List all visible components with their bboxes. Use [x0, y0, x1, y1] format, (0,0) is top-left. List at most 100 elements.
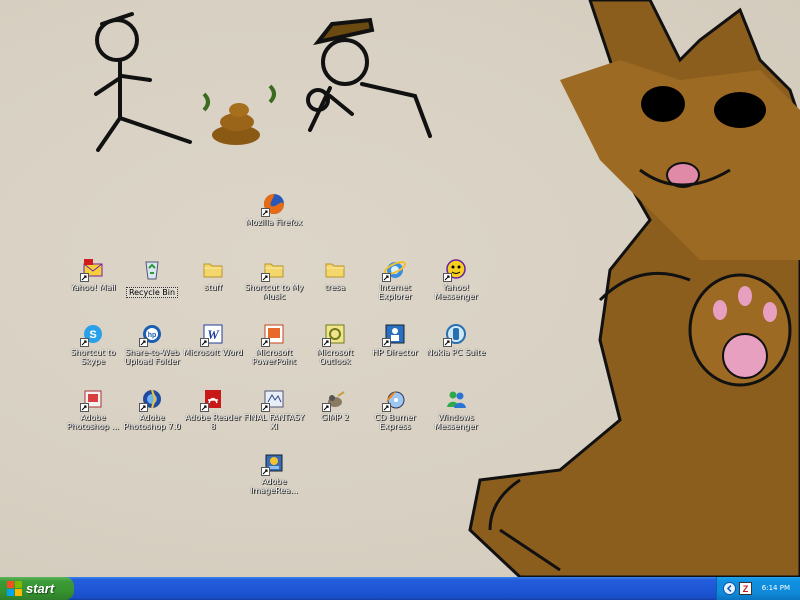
icon-label: Microsoft PowerPoint [251, 348, 297, 366]
internet-explorer-icon [382, 258, 406, 282]
shortcut-arrow-icon [261, 208, 270, 217]
shortcut-arrow-icon [80, 338, 89, 347]
icon-label: Shortcut to My Music [244, 283, 304, 301]
folder-icon [261, 258, 285, 282]
shortcut-arrow-icon [261, 273, 270, 282]
hp-director-icon [382, 323, 406, 347]
windows-messenger-icon [445, 388, 467, 410]
adobe-reader-icon [200, 388, 224, 412]
shortcut-arrow-icon [322, 338, 331, 347]
icon-label: Adobe Reader 8 [184, 413, 242, 431]
icon-label: Microsoft Outlook [316, 348, 354, 366]
hp-share-icon: hp [139, 323, 163, 347]
icon-label: Share-to-Web Upload Folder [124, 348, 180, 366]
svg-text:S: S [89, 329, 96, 341]
desktop-icon-stuff[interactable]: stuff [182, 258, 244, 320]
desktop-icon-yahoo-mail[interactable]: Yahoo! Mail [62, 258, 124, 320]
shortcut-arrow-icon [200, 338, 209, 347]
windows-logo-icon [7, 581, 22, 596]
icon-label: Adobe Photoshop 7.0 [123, 413, 181, 431]
start-label: start [26, 581, 55, 596]
desktop-icon-final-fantasy-xi[interactable]: FINAL FANTASY XI [243, 388, 305, 450]
shortcut-arrow-icon [80, 403, 89, 412]
icon-label: tresa [324, 283, 346, 292]
desktop[interactable]: Mozilla Firefox Yahoo! Mail Recycle Bin … [0, 0, 800, 577]
imageready-icon [261, 452, 285, 476]
desktop-icon-microsoft-word[interactable]: W Microsoft Word [182, 323, 244, 385]
folder-icon [202, 258, 224, 280]
yahoo-mail-icon [80, 258, 104, 282]
desktop-icon-adobe-photoshop-7[interactable]: Adobe Photoshop 7.0 [121, 388, 183, 450]
shortcut-arrow-icon [80, 273, 89, 282]
gimp-icon [322, 388, 346, 412]
powerpoint-icon [261, 323, 285, 347]
desktop-icon-hp-director[interactable]: HP Director [364, 323, 426, 385]
icon-label: stuff [204, 283, 222, 292]
start-button[interactable]: start [0, 577, 74, 600]
icon-label: HP Director [372, 348, 418, 357]
svg-text:Z: Z [743, 584, 749, 594]
desktop-icon-microsoft-powerpoint[interactable]: Microsoft PowerPoint [243, 323, 305, 385]
desktop-icon-yahoo-messenger[interactable]: Yahoo! Messenger [425, 258, 487, 320]
icon-label: GIMP 2 [321, 413, 349, 422]
desktop-icon-mozilla-firefox[interactable]: Mozilla Firefox [243, 193, 305, 255]
taskbar[interactable]: start Z 6:14 PM [0, 577, 800, 600]
desktop-icon-share-to-web[interactable]: hp Share-to-Web Upload Folder [121, 323, 183, 385]
shortcut-arrow-icon [382, 338, 391, 347]
shortcut-arrow-icon [443, 273, 452, 282]
nokia-icon [443, 323, 467, 347]
shortcut-arrow-icon [261, 467, 270, 476]
icon-label: Adobe Photoshop ... [66, 413, 120, 431]
shortcut-arrow-icon [322, 403, 331, 412]
svg-text:W: W [207, 327, 220, 342]
desktop-icon-adobe-photoshop-album[interactable]: Adobe Photoshop ... [62, 388, 124, 450]
icon-label: Nokia PC Suite [426, 348, 486, 357]
icon-label: Shortcut to Skype [70, 348, 116, 366]
icon-label: Yahoo! Mail [70, 283, 116, 292]
zonealarm-icon[interactable]: Z [739, 582, 752, 595]
icon-label: Recycle Bin [125, 287, 179, 298]
icon-label: Internet Explorer [378, 283, 412, 301]
folder-icon [324, 258, 346, 280]
desktop-icon-internet-explorer[interactable]: Internet Explorer [364, 258, 426, 320]
yahoo-messenger-icon [443, 258, 467, 282]
desktop-icon-adobe-reader-8[interactable]: Adobe Reader 8 [182, 388, 244, 450]
desktop-icon-cd-burner-express[interactable]: CD Burner Express [364, 388, 426, 450]
icon-label: Microsoft Word [183, 348, 243, 357]
photoshop-album-icon [80, 388, 104, 412]
desktop-icon-microsoft-outlook[interactable]: Microsoft Outlook [304, 323, 366, 385]
desktop-icon-my-music[interactable]: Shortcut to My Music [243, 258, 305, 320]
expand-tray-icon[interactable] [723, 582, 736, 595]
desktop-icon-skype[interactable]: S Shortcut to Skype [62, 323, 124, 385]
firefox-icon [261, 193, 285, 217]
shortcut-arrow-icon [139, 338, 148, 347]
shortcut-arrow-icon [200, 403, 209, 412]
desktop-icon-gimp-2[interactable]: GIMP 2 [304, 388, 366, 450]
outlook-icon [322, 323, 346, 347]
desktop-icon-nokia-pc-suite[interactable]: Nokia PC Suite [425, 323, 487, 385]
icon-label: Mozilla Firefox [245, 218, 303, 227]
shortcut-arrow-icon [443, 338, 452, 347]
system-tray[interactable]: Z 6:14 PM [716, 577, 800, 600]
shortcut-arrow-icon [382, 273, 391, 282]
skype-icon: S [80, 323, 104, 347]
recycle-bin-icon [141, 258, 163, 280]
desktop-icon-tresa[interactable]: tresa [304, 258, 366, 320]
desktop-icon-recycle-bin[interactable]: Recycle Bin [121, 258, 183, 320]
photoshop-icon [139, 388, 163, 412]
icon-label: CD Burner Express [374, 413, 416, 431]
shortcut-arrow-icon [382, 403, 391, 412]
svg-text:hp: hp [148, 332, 157, 339]
word-icon: W [200, 323, 224, 347]
clock[interactable]: 6:14 PM [762, 577, 790, 600]
desktop-icon-adobe-imageready[interactable]: Adobe ImageRea... [243, 452, 305, 514]
icon-label: Adobe ImageRea... [250, 477, 298, 495]
ffxi-icon [261, 388, 285, 412]
shortcut-arrow-icon [261, 338, 270, 347]
icon-label: FINAL FANTASY XI [243, 413, 305, 431]
cd-burner-icon [382, 388, 406, 412]
icon-label: Windows Messenger [434, 413, 478, 431]
shortcut-arrow-icon [261, 403, 270, 412]
icon-label: Yahoo! Messenger [434, 283, 478, 301]
desktop-icon-windows-messenger[interactable]: Windows Messenger [425, 388, 487, 450]
